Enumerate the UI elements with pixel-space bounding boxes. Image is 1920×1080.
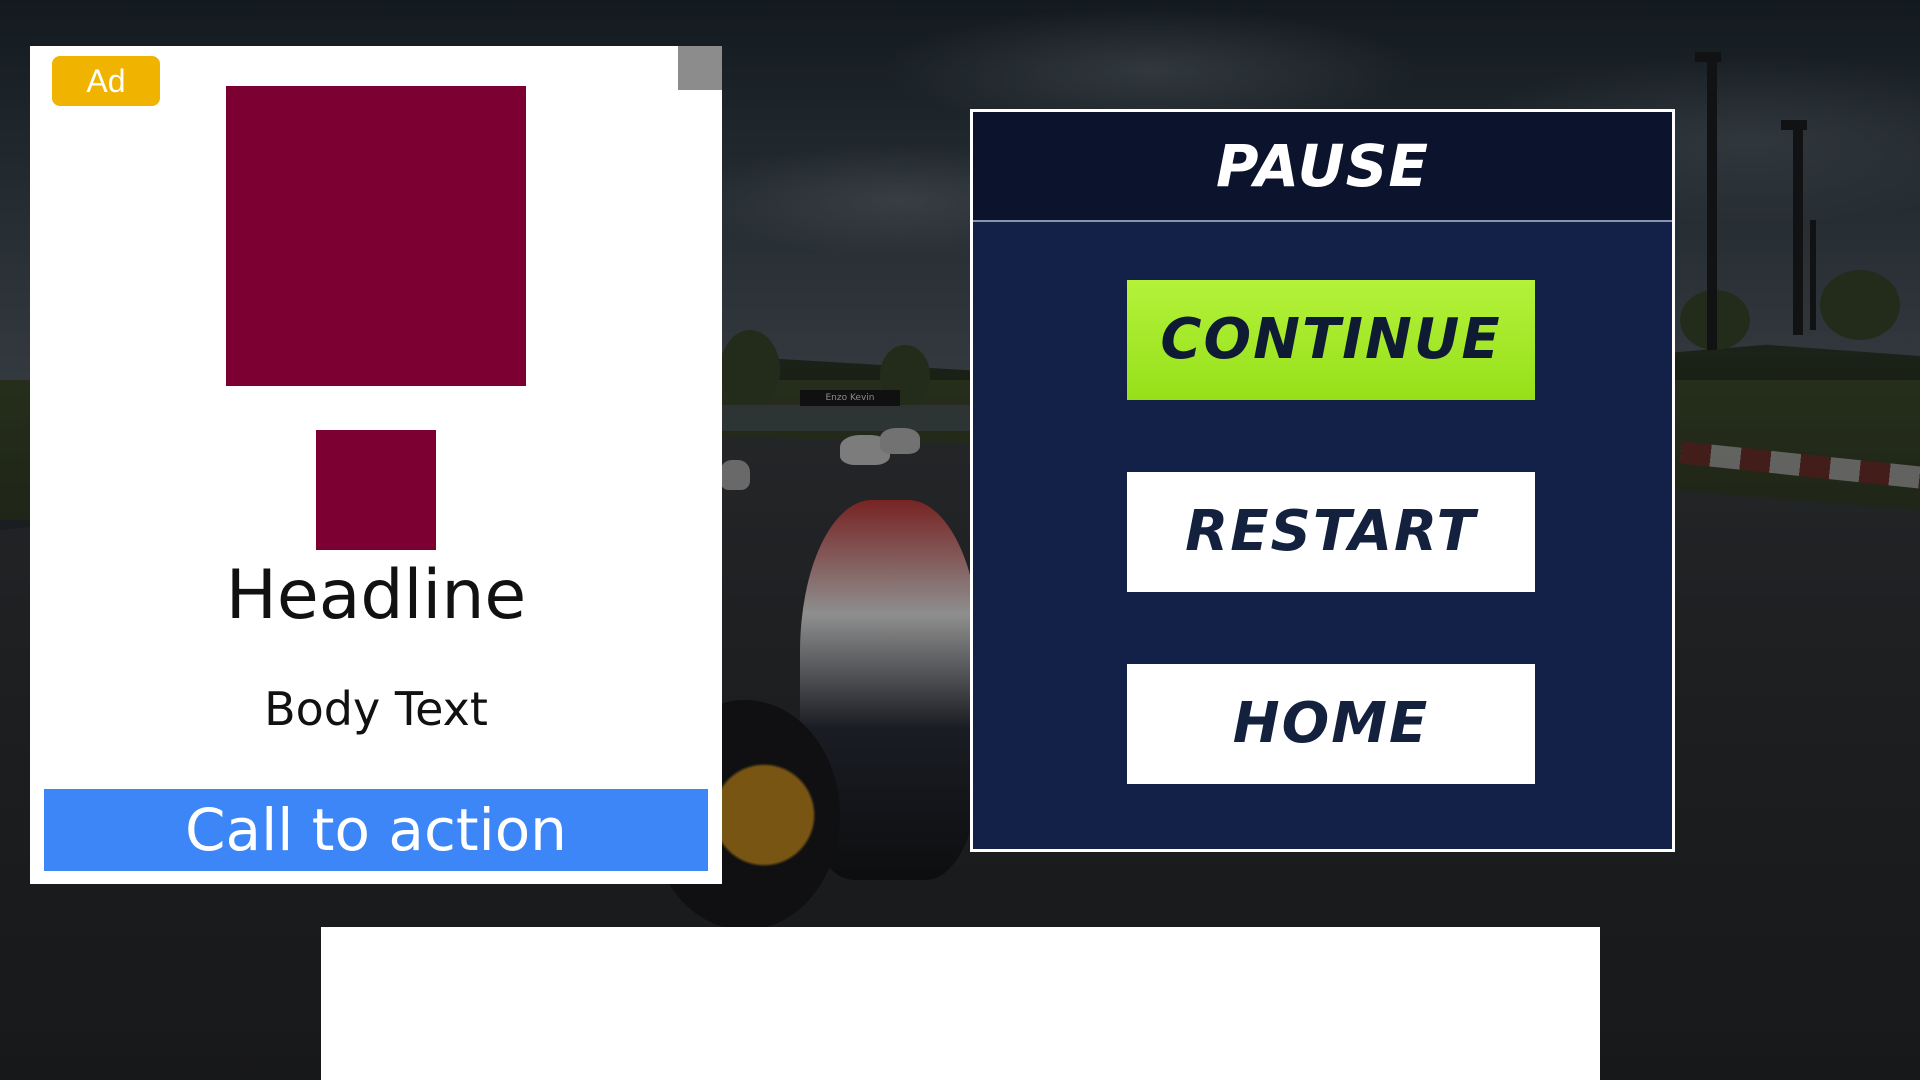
- ad-call-to-action-button[interactable]: Call to action: [44, 789, 708, 871]
- ad-headline[interactable]: Headline: [30, 556, 722, 635]
- pause-menu-header: PAUSE: [973, 112, 1672, 222]
- native-ad-panel[interactable]: Ad Headline Body Text Call to action: [30, 46, 722, 884]
- restart-button[interactable]: RESTART: [1127, 472, 1535, 592]
- ad-media-image[interactable]: [226, 86, 526, 386]
- ad-body-text: Body Text: [264, 682, 488, 736]
- home-button[interactable]: HOME: [1127, 664, 1535, 784]
- banner-ad-slot[interactable]: [321, 927, 1600, 1080]
- continue-button[interactable]: CONTINUE: [1127, 280, 1535, 400]
- ad-icon-image[interactable]: [316, 430, 436, 550]
- pause-menu-panel: PAUSE CONTINUE RESTART HOME: [970, 109, 1675, 852]
- ad-close-button[interactable]: [678, 46, 722, 90]
- ad-badge: Ad: [52, 56, 160, 106]
- pause-title: PAUSE: [1216, 132, 1429, 200]
